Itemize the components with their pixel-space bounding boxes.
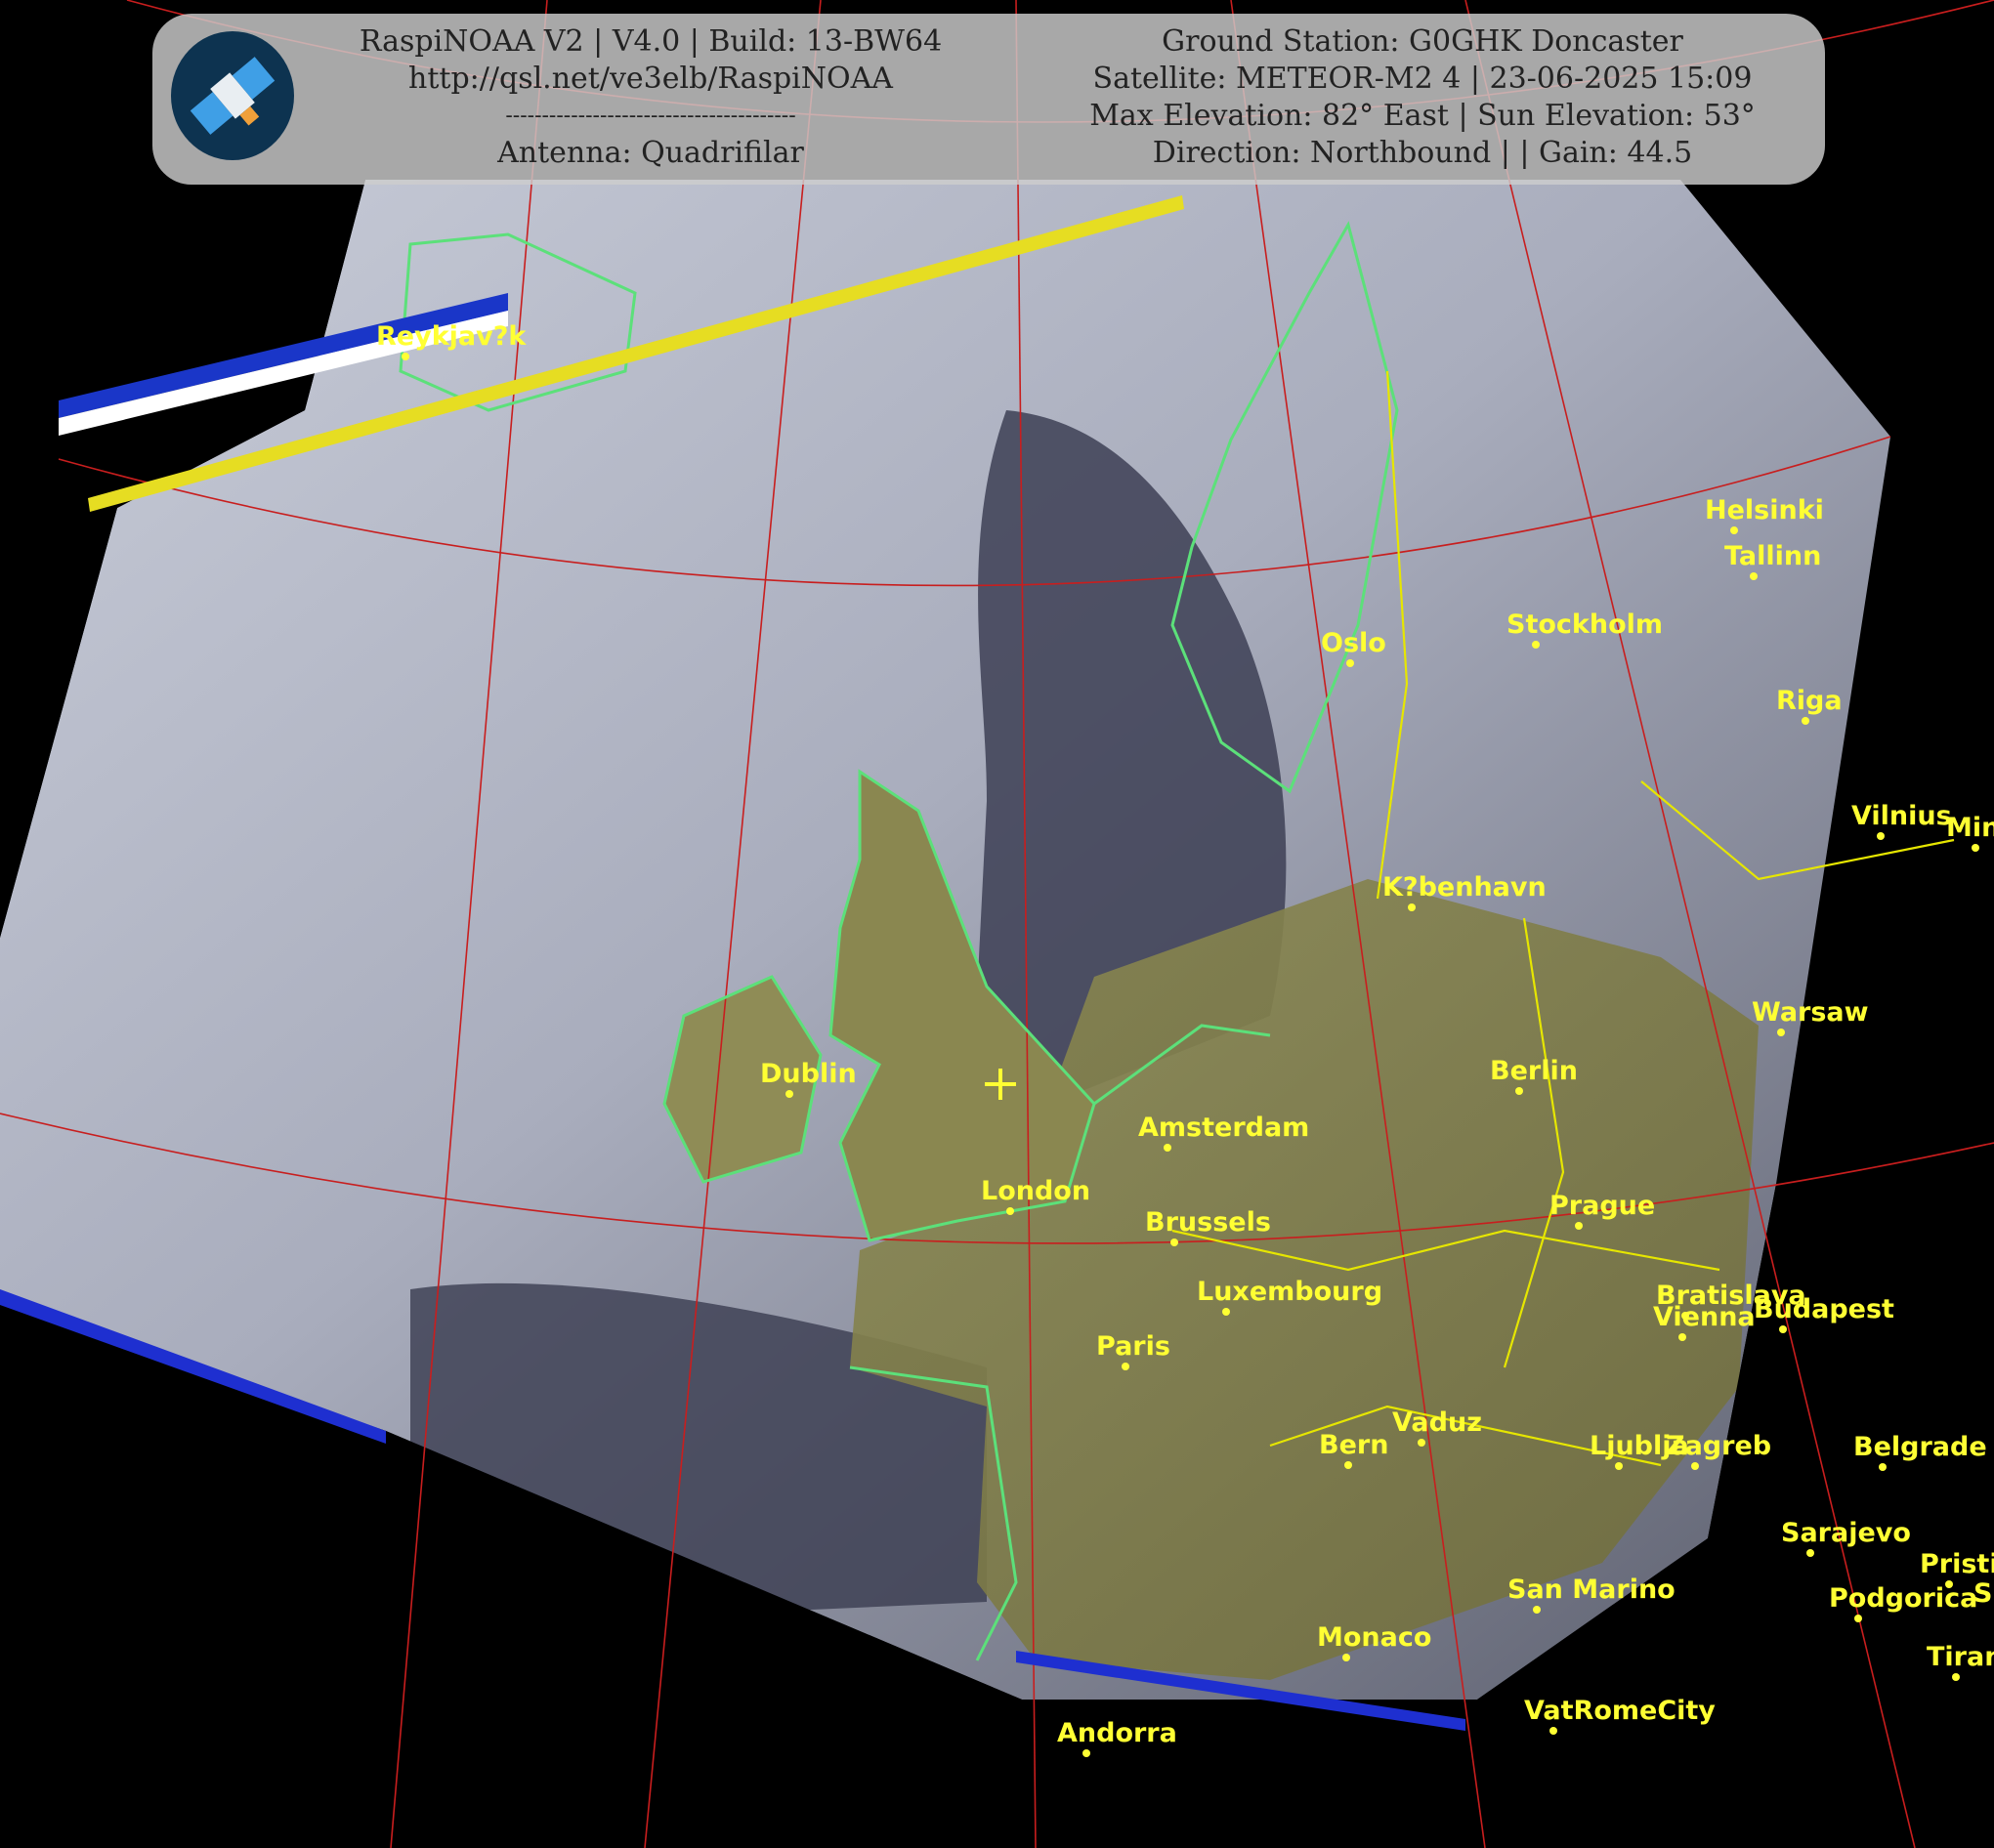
city-marker-icon (1164, 1144, 1171, 1152)
header-right-line-1: Ground Station: G0GHK Doncaster (1162, 24, 1683, 59)
city-marker-icon (1575, 1222, 1583, 1230)
header-right-line-4: Direction: Northbound | | Gain: 44.5 (1152, 136, 1693, 170)
city-marker-icon (1082, 1749, 1090, 1757)
city-marker-icon (1346, 659, 1354, 667)
city-marker-icon (1806, 1549, 1814, 1557)
city-label: Belgrade (1853, 1432, 1987, 1462)
city-label: Podgorica (1829, 1583, 1977, 1614)
city-label: Vaduz (1392, 1407, 1482, 1438)
city-marker-icon (1222, 1308, 1230, 1316)
city-marker-icon (1678, 1333, 1686, 1341)
city-label: Brussels (1145, 1207, 1271, 1238)
city-label: Oslo (1321, 628, 1386, 658)
city-marker-icon (1879, 1463, 1887, 1471)
header-left-line-4: Antenna: Quadrifilar (497, 136, 804, 170)
header-right-line-3: Max Elevation: 82° East | Sun Elevation:… (1089, 99, 1756, 133)
city-label: San Marino (1507, 1575, 1676, 1605)
city-label: Luxembourg (1197, 1277, 1382, 1307)
city-label: Pristi (1920, 1549, 1994, 1579)
city-marker-icon (785, 1090, 793, 1098)
city-label: Helsinki (1705, 495, 1824, 525)
city-label: London (981, 1176, 1090, 1206)
city-marker-icon (1681, 1312, 1689, 1320)
city-marker-icon (1418, 1439, 1425, 1447)
city-label: Budapest (1754, 1294, 1894, 1324)
city-marker-icon (402, 353, 409, 360)
city-marker-icon (1777, 1029, 1785, 1036)
city-marker-icon (1549, 1727, 1557, 1735)
city-label: Paris (1096, 1331, 1170, 1362)
city-marker-icon (1170, 1239, 1178, 1246)
satellite-image-map: Reykjav?k Helsinki Tallinn Oslo Stockholm Rig… (0, 0, 1994, 1848)
header-left-line-3: ---------------------------------------- (505, 104, 796, 128)
info-panel: RaspiNOAA V2 | V4.0 | Build: 13-BW64 htt… (152, 14, 1825, 185)
city-marker-icon (1972, 844, 1979, 852)
city-label: Monaco (1317, 1622, 1431, 1653)
city-label: Berlin (1490, 1056, 1578, 1086)
city-label: Prague (1549, 1191, 1655, 1221)
header-left-line-2: http://qsl.net/ve3elb/RaspiNOAA (408, 62, 893, 96)
city-marker-icon (1342, 1654, 1350, 1661)
header-right-line-2: Satellite: METEOR-M2 4 | 23-06-2025 15:0… (1092, 62, 1753, 96)
city-label: Riga (1776, 686, 1843, 716)
city-label: Andorra (1057, 1718, 1177, 1748)
city-marker-icon (1615, 1462, 1623, 1470)
city-label: Dublin (760, 1059, 857, 1089)
city-label: Vilnius (1851, 801, 1952, 831)
city-marker-icon (1691, 1462, 1699, 1470)
city-marker-icon (1344, 1461, 1352, 1469)
city-label: K?benhavn (1382, 872, 1547, 903)
city-marker-icon (1408, 903, 1416, 911)
city-label: Zagreb (1666, 1431, 1771, 1461)
city-label: Mins (1946, 813, 1994, 843)
city-marker-icon (1532, 641, 1540, 649)
city-label: Amsterdam (1138, 1113, 1309, 1143)
city-label: VatRomeCity (1524, 1696, 1716, 1726)
city-label: Warsaw (1752, 997, 1869, 1028)
city-marker-icon (1854, 1615, 1862, 1622)
city-label: Tirana (1927, 1642, 1994, 1672)
city-marker-icon (1952, 1673, 1960, 1681)
city-marker-icon (1750, 572, 1758, 580)
city-marker-icon (1802, 717, 1809, 725)
city-marker-icon (1877, 832, 1885, 840)
city-marker-icon (1515, 1087, 1523, 1095)
city-marker-icon (1730, 526, 1738, 534)
city-marker-icon (1779, 1325, 1787, 1333)
header-left-line-1: RaspiNOAA V2 | V4.0 | Build: 13-BW64 (359, 24, 943, 59)
city-label: Stockholm (1506, 609, 1663, 640)
city-marker-icon (1533, 1606, 1541, 1614)
city-label: Tallinn (1724, 541, 1821, 571)
city-marker-icon (1122, 1363, 1129, 1370)
satellite-icon (171, 31, 294, 160)
city-label: Sarajevo (1781, 1518, 1911, 1548)
city-label: Bern (1319, 1430, 1388, 1460)
city-label: Reykjav?k (376, 321, 527, 352)
city-marker-icon (1006, 1207, 1014, 1215)
